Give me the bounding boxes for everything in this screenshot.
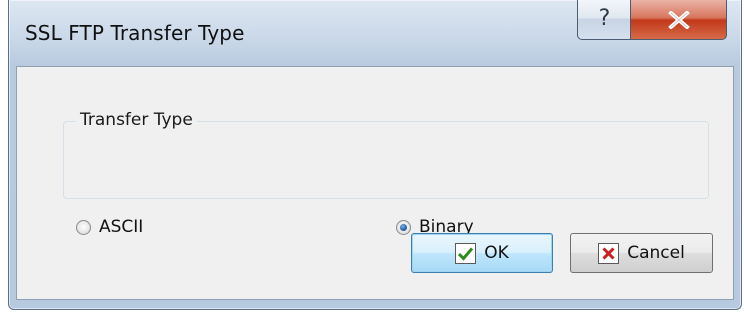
title-bar[interactable]: SSL FTP Transfer Type ? xyxy=(9,0,741,66)
help-icon: ? xyxy=(598,5,611,31)
radio-ascii-circle[interactable] xyxy=(76,219,91,235)
x-mark-icon xyxy=(598,242,620,264)
radio-binary-circle[interactable] xyxy=(396,219,411,235)
close-icon xyxy=(667,10,690,29)
help-button[interactable]: ? xyxy=(577,0,631,40)
check-icon xyxy=(455,242,477,264)
cancel-button[interactable]: Cancel xyxy=(570,233,713,273)
ok-button[interactable]: OK xyxy=(411,233,553,273)
radio-selected-dot xyxy=(400,223,407,231)
window-title: SSL FTP Transfer Type xyxy=(25,21,245,45)
groupbox-label: Transfer Type xyxy=(76,110,197,130)
dialog-window: SSL FTP Transfer Type ? Transfer Type AS… xyxy=(8,0,742,310)
cancel-button-label: Cancel xyxy=(627,243,685,263)
radio-ascii[interactable]: ASCII xyxy=(76,217,144,237)
ok-button-label: OK xyxy=(484,243,509,263)
dialog-client-area: Transfer Type ASCII Binary OK Cancel xyxy=(16,66,734,300)
transfer-type-groupbox: Transfer Type xyxy=(63,110,709,199)
close-button[interactable] xyxy=(630,0,727,40)
radio-ascii-label: ASCII xyxy=(99,217,144,237)
